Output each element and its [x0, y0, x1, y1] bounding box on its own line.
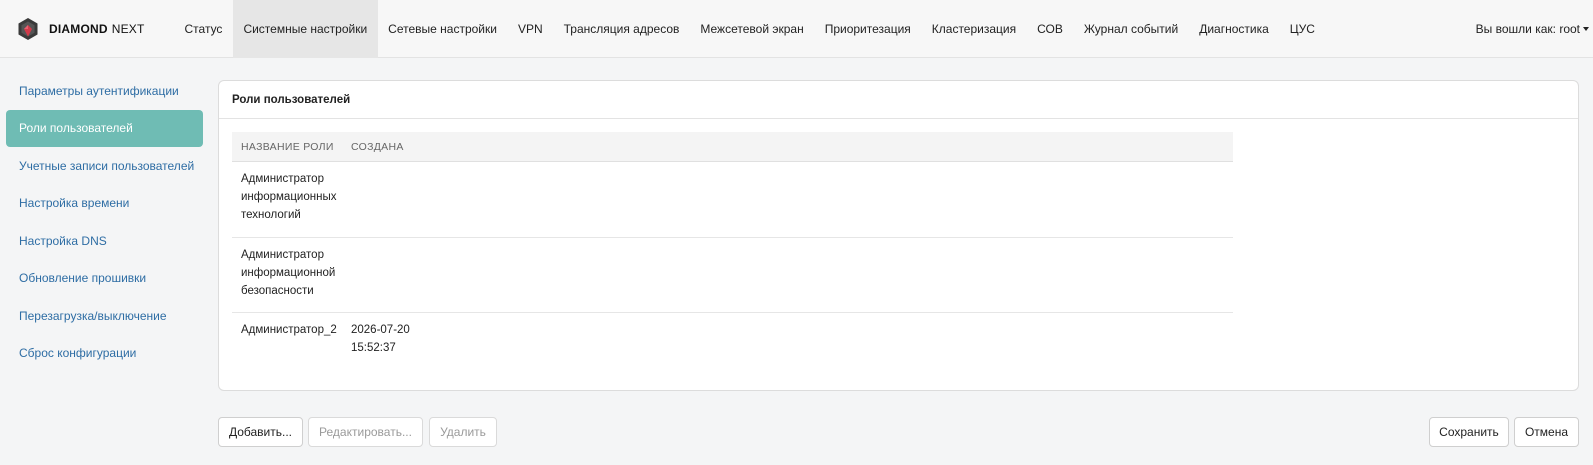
nav-item-event-log[interactable]: Журнал событий	[1073, 0, 1188, 58]
nav-item-status[interactable]: Статус	[174, 0, 233, 58]
nav-item-firewall[interactable]: Межсетевой экран	[690, 0, 814, 58]
role-created-cell	[351, 238, 551, 312]
main-nav: Статус Системные настройки Сетевые настр…	[174, 0, 1325, 58]
panel-title: Роли пользователей	[219, 81, 1578, 119]
column-header-created[interactable]: Создана	[351, 141, 551, 153]
role-created-cell: 2026-07-20 15:52:37	[351, 324, 410, 354]
delete-button[interactable]: Удалить	[429, 417, 497, 447]
edit-button[interactable]: Редактировать...	[308, 417, 423, 447]
sidebar-item-firmware-update[interactable]: Обновление прошивки	[6, 260, 203, 297]
sidebar-item-config-reset[interactable]: Сброс конфигурации	[6, 335, 203, 372]
brand-name-suffix: NEXT	[111, 21, 145, 36]
brand[interactable]: DIAMOND NEXT	[16, 0, 174, 58]
cancel-button[interactable]: Отмена	[1514, 417, 1579, 447]
column-header-role-name[interactable]: Название роли	[232, 141, 351, 153]
table-row[interactable]: Администратор_2 2026-07-20 15:52:37	[232, 313, 1233, 373]
nav-item-network-settings[interactable]: Сетевые настройки	[378, 0, 508, 58]
role-created-cell	[351, 162, 551, 237]
sidebar-item-time-settings[interactable]: Настройка времени	[6, 185, 203, 222]
role-name-cell: Администратор_2	[241, 324, 337, 336]
diamond-logo-icon	[18, 17, 38, 40]
top-navbar: DIAMOND NEXT Статус Системные настройки С…	[0, 0, 1593, 58]
nav-item-diagnostics[interactable]: Диагностика	[1189, 0, 1280, 58]
sidebar-item-user-roles[interactable]: Роли пользователей	[6, 109, 203, 147]
sidebar-item-auth-params[interactable]: Параметры аутентификации	[6, 72, 203, 109]
role-name-cell: Администратор информационных технологий	[241, 173, 337, 221]
sidebar-item-dns-settings[interactable]: Настройка DNS	[6, 222, 203, 259]
nav-item-clustering[interactable]: Кластеризация	[921, 0, 1026, 58]
sidebar-item-reboot-shutdown[interactable]: Перезагрузка/выключение	[6, 297, 203, 334]
brand-name-main: DIAMOND	[49, 21, 108, 36]
role-name-cell: Администратор информационной безопасност…	[241, 249, 336, 297]
sidebar-item-user-accounts[interactable]: Учетные записи пользователей	[6, 147, 203, 184]
add-button[interactable]: Добавить...	[218, 417, 303, 447]
table-row[interactable]: Администратор информационной безопасност…	[232, 238, 1233, 313]
nav-item-nat[interactable]: Трансляция адресов	[553, 0, 690, 58]
nav-item-cms[interactable]: ЦУС	[1279, 0, 1325, 58]
brand-name: DIAMOND NEXT	[49, 22, 145, 36]
save-button[interactable]: Сохранить	[1429, 417, 1509, 447]
sidebar: Параметры аутентификации Роли пользовате…	[6, 72, 203, 372]
nav-item-qos[interactable]: Приоритезация	[814, 0, 921, 58]
nav-item-system-settings[interactable]: Системные настройки	[232, 0, 378, 58]
user-menu-label: Вы вошли как: root	[1475, 22, 1580, 36]
roles-table: Название роли Создана Администратор инфо…	[232, 132, 1233, 373]
table-row[interactable]: Администратор информационных технологий	[232, 162, 1233, 238]
user-menu[interactable]: Вы вошли как: root	[1476, 0, 1589, 58]
nav-item-ids[interactable]: СОВ	[1027, 0, 1074, 58]
roles-panel: Роли пользователей Название роли Создана…	[218, 80, 1579, 391]
caret-down-icon	[1583, 27, 1589, 31]
nav-item-vpn[interactable]: VPN	[507, 0, 553, 58]
table-header: Название роли Создана	[232, 132, 1233, 162]
